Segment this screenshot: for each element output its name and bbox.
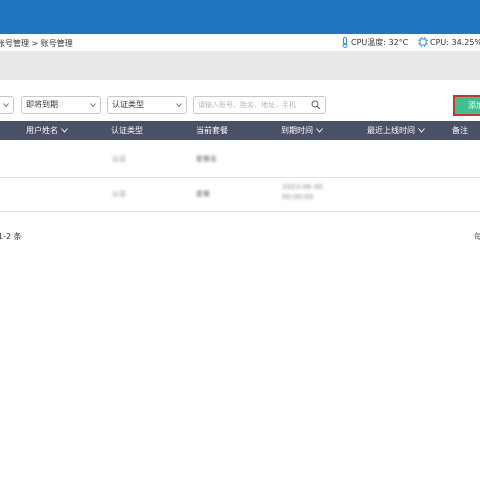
filter-select-expiry[interactable]: 即将到期	[21, 96, 101, 114]
table-row[interactable]: 认证 套餐 2023-06-30 00:00:00	[0, 178, 480, 212]
cpu-usage-label: CPU: 34.25%	[430, 37, 480, 47]
column-header-user-name[interactable]: 用户姓名	[26, 125, 68, 136]
column-header-package: 当前套餐	[196, 126, 228, 135]
filter-bar: 即将到期 认证类型	[0, 80, 480, 120]
chevron-down-icon	[418, 128, 425, 133]
column-header-auth-type: 认证类型	[111, 126, 143, 135]
search-input[interactable]	[198, 97, 310, 113]
table-row[interactable]: 认证 套餐名	[0, 140, 480, 178]
cell-expiry-time: 00:00:00	[282, 193, 314, 201]
cpu-temperature-status: CPU温度: 32°C	[341, 37, 408, 48]
column-header-remark: 备注	[452, 126, 468, 135]
cell-package: 套餐名	[196, 155, 217, 163]
chevron-down-icon	[3, 103, 9, 108]
pagination-page-size[interactable]: 每	[474, 231, 480, 242]
cell-auth-type: 认证	[112, 155, 126, 163]
add-button[interactable]: 添加	[453, 95, 480, 116]
cell-expiry-date: 2023-06-30	[282, 183, 323, 191]
pagination-summary: 1-2 条	[0, 232, 22, 241]
cell-package: 套餐	[196, 190, 210, 198]
filter-select-first[interactable]	[0, 96, 14, 114]
chevron-down-icon	[176, 103, 182, 108]
thermometer-icon	[342, 37, 348, 48]
filter-select-auth-type[interactable]: 认证类型	[107, 96, 187, 114]
chevron-down-icon	[90, 103, 96, 108]
filter-select-auth-type-label: 认证类型	[112, 100, 144, 109]
breadcrumb: 账号管理 > 账号管理	[0, 39, 73, 48]
cell-auth-type: 认证	[112, 190, 126, 198]
table-header: 用户姓名 认证类型 当前套餐 到期时间 最近上线时间 备注	[0, 121, 480, 140]
cpu-usage-status: CPU: 34.25%	[418, 37, 480, 47]
chevron-down-icon	[61, 128, 68, 133]
chevron-down-icon	[316, 128, 323, 133]
column-header-last-online[interactable]: 最近上线时间	[367, 125, 425, 136]
cpu-chip-icon	[418, 37, 428, 47]
top-header-bar	[0, 0, 480, 34]
search-box	[193, 96, 326, 114]
column-header-expiry[interactable]: 到期时间	[281, 125, 323, 136]
cpu-temperature-label: CPU温度: 32°C	[351, 38, 409, 47]
tab-strip	[0, 52, 480, 80]
search-icon[interactable]	[311, 100, 321, 110]
breadcrumb-bar: 账号管理 > 账号管理 CPU温度: 32°C CPU: 34.25%	[0, 34, 480, 52]
filter-select-expiry-label: 即将到期	[26, 100, 58, 109]
